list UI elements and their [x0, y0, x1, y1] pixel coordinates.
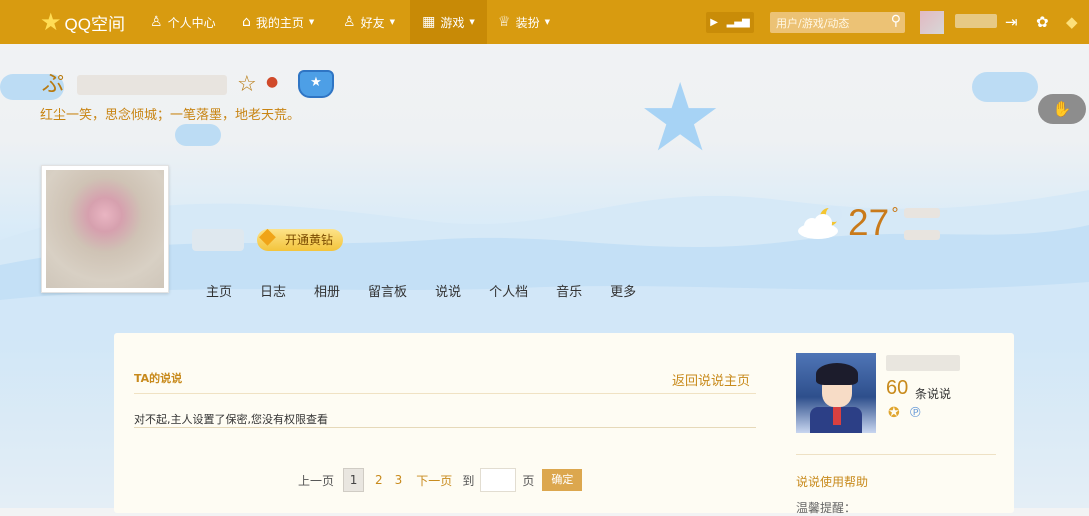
qzone-star-decoration: ★ — [638, 64, 723, 173]
p-badge-icon[interactable]: ℗ — [908, 405, 922, 421]
user-name-blurred[interactable] — [955, 14, 997, 28]
divider — [134, 427, 756, 428]
current-page[interactable]: 1 — [343, 468, 365, 492]
gear-icon[interactable]: ✿ — [1036, 13, 1049, 31]
logout-icon[interactable]: ⇥ — [1005, 13, 1018, 31]
grid-icon: ▦ — [422, 14, 436, 30]
tab-music[interactable]: 音乐 — [556, 281, 582, 300]
owner-name-suffix: ☆ — [237, 72, 260, 97]
profile-level-blurred — [192, 229, 244, 251]
qzone-star-icon: ★ — [40, 8, 62, 36]
tab-profile[interactable]: 个人档 — [489, 281, 528, 300]
search-box: ⚲ — [770, 12, 905, 33]
home-icon: ⌂ — [242, 14, 251, 30]
nav-my-homepage[interactable]: ⌂ 我的主页 ▼ — [242, 0, 314, 44]
no-permission-message: 对不起,主人设置了保密,您没有权限查看 — [134, 413, 328, 426]
tab-more[interactable]: 更多 — [610, 281, 636, 300]
signature-text: 红尘一笑，思念倾城；一笔落墨，地老天荒。 — [40, 108, 301, 123]
chevron-down-icon: ▼ — [544, 18, 550, 26]
qzone-logo[interactable]: ★ QQ空间 — [40, 8, 125, 36]
friends-icon: ♙ — [343, 14, 356, 30]
city-blurred — [904, 208, 940, 218]
diamond-icon[interactable]: ◆ — [1066, 13, 1078, 31]
user-avatar[interactable] — [920, 11, 944, 34]
search-icon[interactable]: ⚲ — [891, 13, 901, 29]
page-unit-label: 页 — [522, 473, 535, 488]
divider — [796, 454, 996, 455]
owner-avatar[interactable] — [796, 353, 876, 433]
open-yellow-diamond-button[interactable]: ◆ 开通黄钻 — [257, 224, 344, 251]
section-title: TA的说说 — [134, 372, 183, 385]
apple-badge-icon[interactable]: ● — [266, 74, 278, 90]
page-number-input[interactable] — [480, 468, 517, 492]
profile-tabs: 主页 日志 相册 留言板 说说 个人档 音乐 更多 — [206, 281, 664, 300]
nav-label: 游戏 — [440, 15, 465, 30]
back-to-moments-link[interactable]: 返回说说主页 — [672, 370, 750, 389]
nav-label: 个人中心 — [167, 15, 216, 30]
search-input[interactable] — [774, 14, 883, 32]
degree-symbol: ° — [891, 204, 899, 223]
help-link[interactable]: 说说使用帮助 — [796, 473, 868, 490]
avatar-tie — [833, 407, 841, 425]
cloud-decoration — [175, 124, 221, 146]
tab-home[interactable]: 主页 — [206, 281, 232, 300]
chevron-down-icon: ▼ — [308, 18, 315, 26]
equalizer-icon: ▂▄▆ — [726, 17, 750, 28]
weather-moon-cloud-icon — [798, 206, 842, 239]
content-panel: TA的说说 返回说说主页 对不起,主人设置了保密,您没有权限查看 上一页 1 2… — [114, 333, 1014, 515]
cloud-decoration — [972, 72, 1038, 102]
play-icon: ▶ — [710, 17, 718, 28]
nav-dress-up[interactable]: ♕ 装扮 ▼ — [498, 0, 550, 44]
nav-label: 装扮 — [515, 15, 540, 30]
owner-name-blurred — [77, 75, 228, 95]
temperature: 27 — [848, 202, 890, 243]
yellow-diamond-icon: ◆ — [259, 224, 276, 249]
thumbs-up-icon: ✋ — [1052, 100, 1072, 118]
nav-label: 我的主页 — [255, 15, 304, 30]
page-link[interactable]: 3 — [395, 473, 403, 487]
pagination: 上一页 1 2 3 下一页 到 页 确定 — [298, 468, 583, 492]
person-icon: ♙ — [150, 14, 163, 30]
page-link[interactable]: 2 — [375, 473, 383, 487]
divider — [134, 393, 756, 394]
shield-badge-icon[interactable]: ★ — [298, 70, 334, 98]
tab-message-board[interactable]: 留言板 — [368, 281, 407, 300]
moments-count: 60 — [886, 377, 909, 399]
tab-moments[interactable]: 说说 — [435, 281, 461, 300]
profile-photo[interactable] — [41, 165, 169, 293]
music-player-button[interactable]: ▶ ▂▄▆ — [706, 12, 754, 33]
tab-blog[interactable]: 日志 — [260, 281, 286, 300]
profile-photo-image — [46, 170, 164, 288]
nav-label: 好友 — [360, 15, 385, 30]
avatar-hair — [816, 363, 858, 385]
confirm-button[interactable]: 确定 — [542, 469, 583, 491]
next-page-link[interactable]: 下一页 — [416, 472, 452, 489]
user-badges: ✪ ℗ — [888, 405, 922, 421]
tab-album[interactable]: 相册 — [314, 281, 340, 300]
star-badge-icon[interactable]: ✪ — [888, 405, 900, 421]
owner-name: ぷ ☆ — [42, 72, 260, 97]
vip-button-label: 开通黄钻 — [285, 233, 334, 247]
weather-desc-blurred — [904, 230, 940, 240]
top-navigation-bar: ★ QQ空间 ♙ 个人中心 ⌂ 我的主页 ▼ ♙ 好友 ▼ ▦ 游戏 ▼ ♕ 装… — [0, 0, 1089, 44]
owner-username-blurred — [886, 355, 960, 371]
chevron-down-icon: ▼ — [389, 18, 395, 26]
shirt-icon: ♕ — [498, 14, 511, 30]
nav-games[interactable]: ▦ 游戏 ▼ — [410, 0, 487, 44]
nav-personal-center[interactable]: ♙ 个人中心 — [150, 0, 216, 44]
chevron-down-icon: ▼ — [469, 18, 475, 26]
like-button[interactable]: ✋ — [1038, 94, 1086, 124]
nav-friends[interactable]: ♙ 好友 ▼ — [343, 0, 395, 44]
goto-label: 到 — [462, 473, 475, 488]
logo-text: QQ空间 — [64, 14, 125, 34]
moments-count-label: 条说说 — [915, 387, 952, 401]
prev-page-link[interactable]: 上一页 — [298, 472, 334, 489]
